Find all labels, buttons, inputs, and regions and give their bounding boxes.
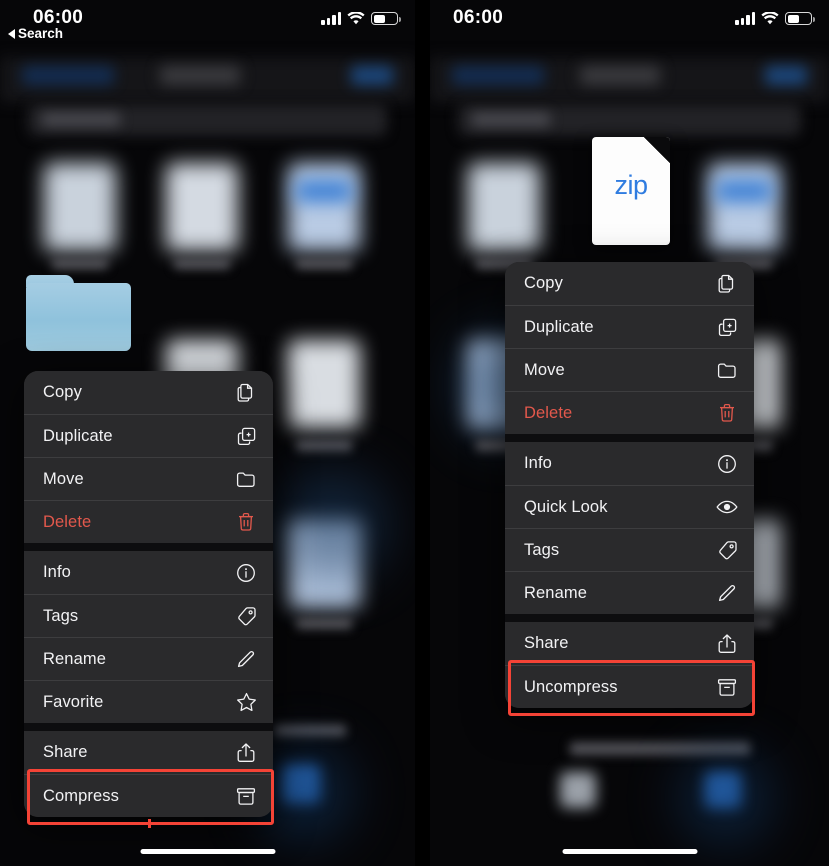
back-to-search-link[interactable]: Search — [8, 26, 63, 41]
panel-divider — [415, 0, 430, 866]
wifi-icon — [347, 12, 365, 25]
zip-badge-label: zip — [614, 170, 648, 200]
menu-item-label: Copy — [524, 274, 563, 292]
right-context-menu[interactable]: Copy Duplicate Move Delete Info Quick Lo… — [505, 262, 754, 708]
selected-zip-file-icon: zip — [592, 137, 670, 245]
trash-icon — [235, 511, 257, 533]
copy-icon — [235, 382, 257, 404]
menu-item-copy[interactable]: Copy — [505, 262, 754, 305]
menu-item-quick-look[interactable]: Quick Look — [505, 485, 754, 528]
menu-item-label: Copy — [43, 383, 82, 401]
menu-item-delete[interactable]: Delete — [505, 391, 754, 434]
menu-item-info[interactable]: Info — [24, 551, 273, 594]
menu-item-label: Share — [43, 743, 88, 761]
star-icon — [235, 691, 257, 713]
menu-item-label: Move — [524, 360, 565, 379]
menu-item-label: Rename — [43, 649, 106, 668]
pencil-icon — [716, 582, 738, 604]
menu-item-label: Quick Look — [524, 497, 608, 516]
menu-item-duplicate[interactable]: Duplicate — [505, 305, 754, 348]
menu-group-separator — [505, 434, 754, 442]
battery-icon — [371, 12, 401, 25]
menu-item-compress[interactable]: Compress — [24, 774, 273, 817]
back-caret-icon — [8, 28, 15, 39]
compress-highlight-tick — [148, 819, 151, 828]
back-label: Search — [18, 26, 64, 41]
menu-item-label: Duplicate — [43, 426, 113, 445]
cellular-signal-icon — [321, 12, 341, 25]
selected-folder-icon — [26, 275, 131, 351]
menu-item-duplicate[interactable]: Duplicate — [24, 414, 273, 457]
menu-item-label: Compress — [43, 786, 119, 805]
left-phone-panel: 06:00 Search Copy Duplicate Move Delete … — [0, 0, 415, 866]
tag-icon — [235, 605, 257, 627]
menu-item-rename[interactable]: Rename — [505, 571, 754, 614]
page-fold-corner — [644, 137, 670, 163]
menu-item-copy[interactable]: Copy — [24, 371, 273, 414]
menu-item-label: Info — [43, 563, 71, 581]
menu-item-label: Favorite — [43, 692, 104, 711]
menu-item-label: Info — [524, 454, 552, 472]
trash-icon — [716, 402, 738, 424]
wifi-icon — [761, 12, 779, 25]
archive-box-icon — [716, 676, 738, 698]
menu-item-delete[interactable]: Delete — [24, 500, 273, 543]
screenshot-root: 06:00 Search Copy Duplicate Move Delete … — [0, 0, 829, 866]
menu-item-favorite[interactable]: Favorite — [24, 680, 273, 723]
menu-item-uncompress[interactable]: Uncompress — [505, 665, 754, 708]
folder-icon — [235, 468, 257, 490]
info-circle-icon — [716, 453, 738, 475]
menu-item-label: Tags — [43, 606, 79, 625]
battery-icon — [785, 12, 815, 25]
menu-item-move[interactable]: Move — [24, 457, 273, 500]
menu-group-separator — [24, 723, 273, 731]
menu-item-tags[interactable]: Tags — [24, 594, 273, 637]
menu-item-share[interactable]: Share — [24, 731, 273, 774]
right-status-bar: 06:00 — [430, 0, 829, 56]
menu-item-label: Uncompress — [524, 677, 618, 696]
status-time: 06:00 — [453, 7, 504, 28]
info-circle-icon — [235, 562, 257, 584]
menu-item-label: Delete — [43, 512, 92, 531]
menu-item-info[interactable]: Info — [505, 442, 754, 485]
folder-icon — [716, 359, 738, 381]
duplicate-icon — [235, 425, 257, 447]
menu-item-label: Move — [43, 469, 84, 488]
archive-box-icon — [235, 785, 257, 807]
menu-item-move[interactable]: Move — [505, 348, 754, 391]
share-icon — [235, 742, 257, 764]
menu-item-label: Rename — [524, 583, 587, 602]
menu-item-rename[interactable]: Rename — [24, 637, 273, 680]
home-indicator — [140, 849, 275, 854]
pencil-icon — [235, 648, 257, 670]
tag-icon — [716, 539, 738, 561]
eye-icon — [716, 496, 738, 518]
menu-item-share[interactable]: Share — [505, 622, 754, 665]
menu-item-label: Tags — [524, 540, 560, 559]
share-icon — [716, 633, 738, 655]
left-status-bar: 06:00 Search — [0, 0, 415, 56]
copy-icon — [716, 273, 738, 295]
status-icons — [321, 12, 401, 25]
right-phone-panel: zip 06:00 Copy Duplicate Move Delete Inf… — [430, 0, 829, 866]
status-icons — [735, 12, 815, 25]
home-indicator — [562, 849, 697, 854]
menu-group-separator — [24, 543, 273, 551]
menu-item-label: Share — [524, 634, 569, 652]
cellular-signal-icon — [735, 12, 755, 25]
menu-item-label: Duplicate — [524, 317, 594, 336]
menu-item-tags[interactable]: Tags — [505, 528, 754, 571]
menu-group-separator — [505, 614, 754, 622]
left-context-menu[interactable]: Copy Duplicate Move Delete Info Tags Ren… — [24, 371, 273, 817]
duplicate-icon — [716, 316, 738, 338]
menu-item-label: Delete — [524, 403, 573, 422]
